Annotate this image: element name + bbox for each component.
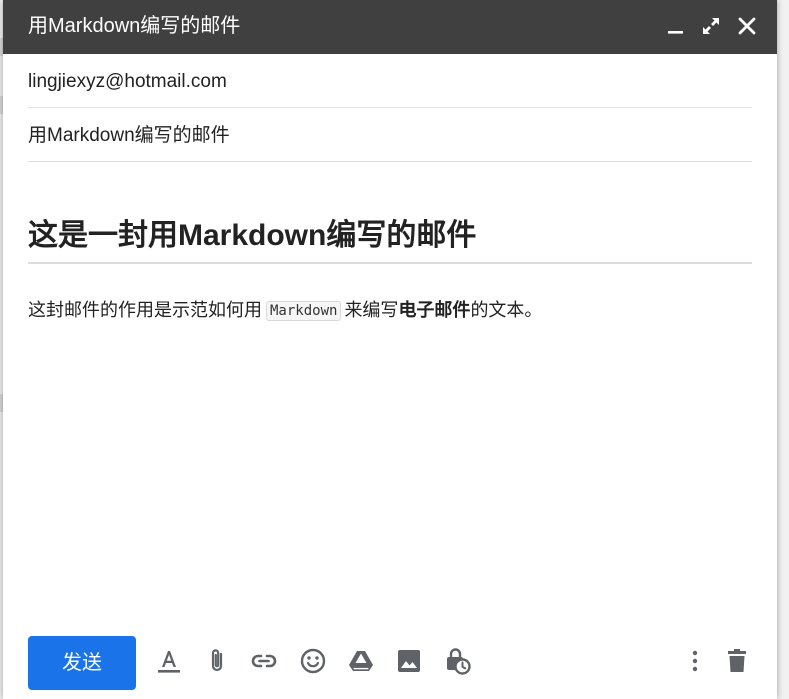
paragraph-text: 这封邮件的作用是示范如何用 bbox=[28, 300, 262, 320]
compose-title: 用Markdown编写的邮件 bbox=[28, 15, 241, 37]
inline-code: Markdown bbox=[266, 301, 342, 321]
recipient-value[interactable]: lingjiexyz@hotmail.com bbox=[28, 70, 227, 94]
body-paragraph: 这封邮件的作用是示范如何用 Markdown 来编写电子邮件的文本。 bbox=[28, 297, 542, 325]
minimize-icon[interactable] bbox=[663, 13, 689, 39]
message-body[interactable]: 这是一封用Markdown编写的邮件 这封邮件的作用是示范如何用 Markdown… bbox=[28, 215, 752, 321]
trash-icon[interactable] bbox=[722, 646, 752, 676]
close-icon[interactable] bbox=[734, 13, 760, 39]
recipient-field[interactable]: lingjiexyz@hotmail.com bbox=[28, 54, 752, 108]
subject-value[interactable]: 用Markdown编写的邮件 bbox=[28, 124, 230, 148]
attach-icon[interactable] bbox=[202, 646, 232, 676]
send-button[interactable]: 发送 bbox=[28, 636, 136, 690]
paragraph-text: 的文本。 bbox=[470, 300, 543, 320]
emoji-icon[interactable] bbox=[298, 646, 328, 676]
drive-icon[interactable] bbox=[346, 646, 376, 676]
format-text-icon[interactable] bbox=[154, 646, 184, 676]
paragraph-text: 来编写 bbox=[344, 300, 399, 320]
compose-toolbar: 发送 bbox=[3, 628, 777, 696]
compose-window: 用Markdown编写的邮件 lingjiexyz@hotmail.com 用M… bbox=[3, 0, 777, 699]
link-icon[interactable] bbox=[249, 646, 279, 676]
more-options-icon[interactable] bbox=[680, 646, 710, 676]
confidential-mode-icon[interactable] bbox=[442, 646, 472, 676]
expand-icon[interactable] bbox=[698, 13, 724, 39]
body-heading: 这是一封用Markdown编写的邮件 bbox=[28, 215, 752, 264]
bold-text: 电子邮件 bbox=[398, 300, 471, 320]
compose-title-bar[interactable]: 用Markdown编写的邮件 bbox=[3, 0, 777, 54]
image-icon[interactable] bbox=[394, 646, 424, 676]
subject-field[interactable]: 用Markdown编写的邮件 bbox=[28, 108, 752, 162]
